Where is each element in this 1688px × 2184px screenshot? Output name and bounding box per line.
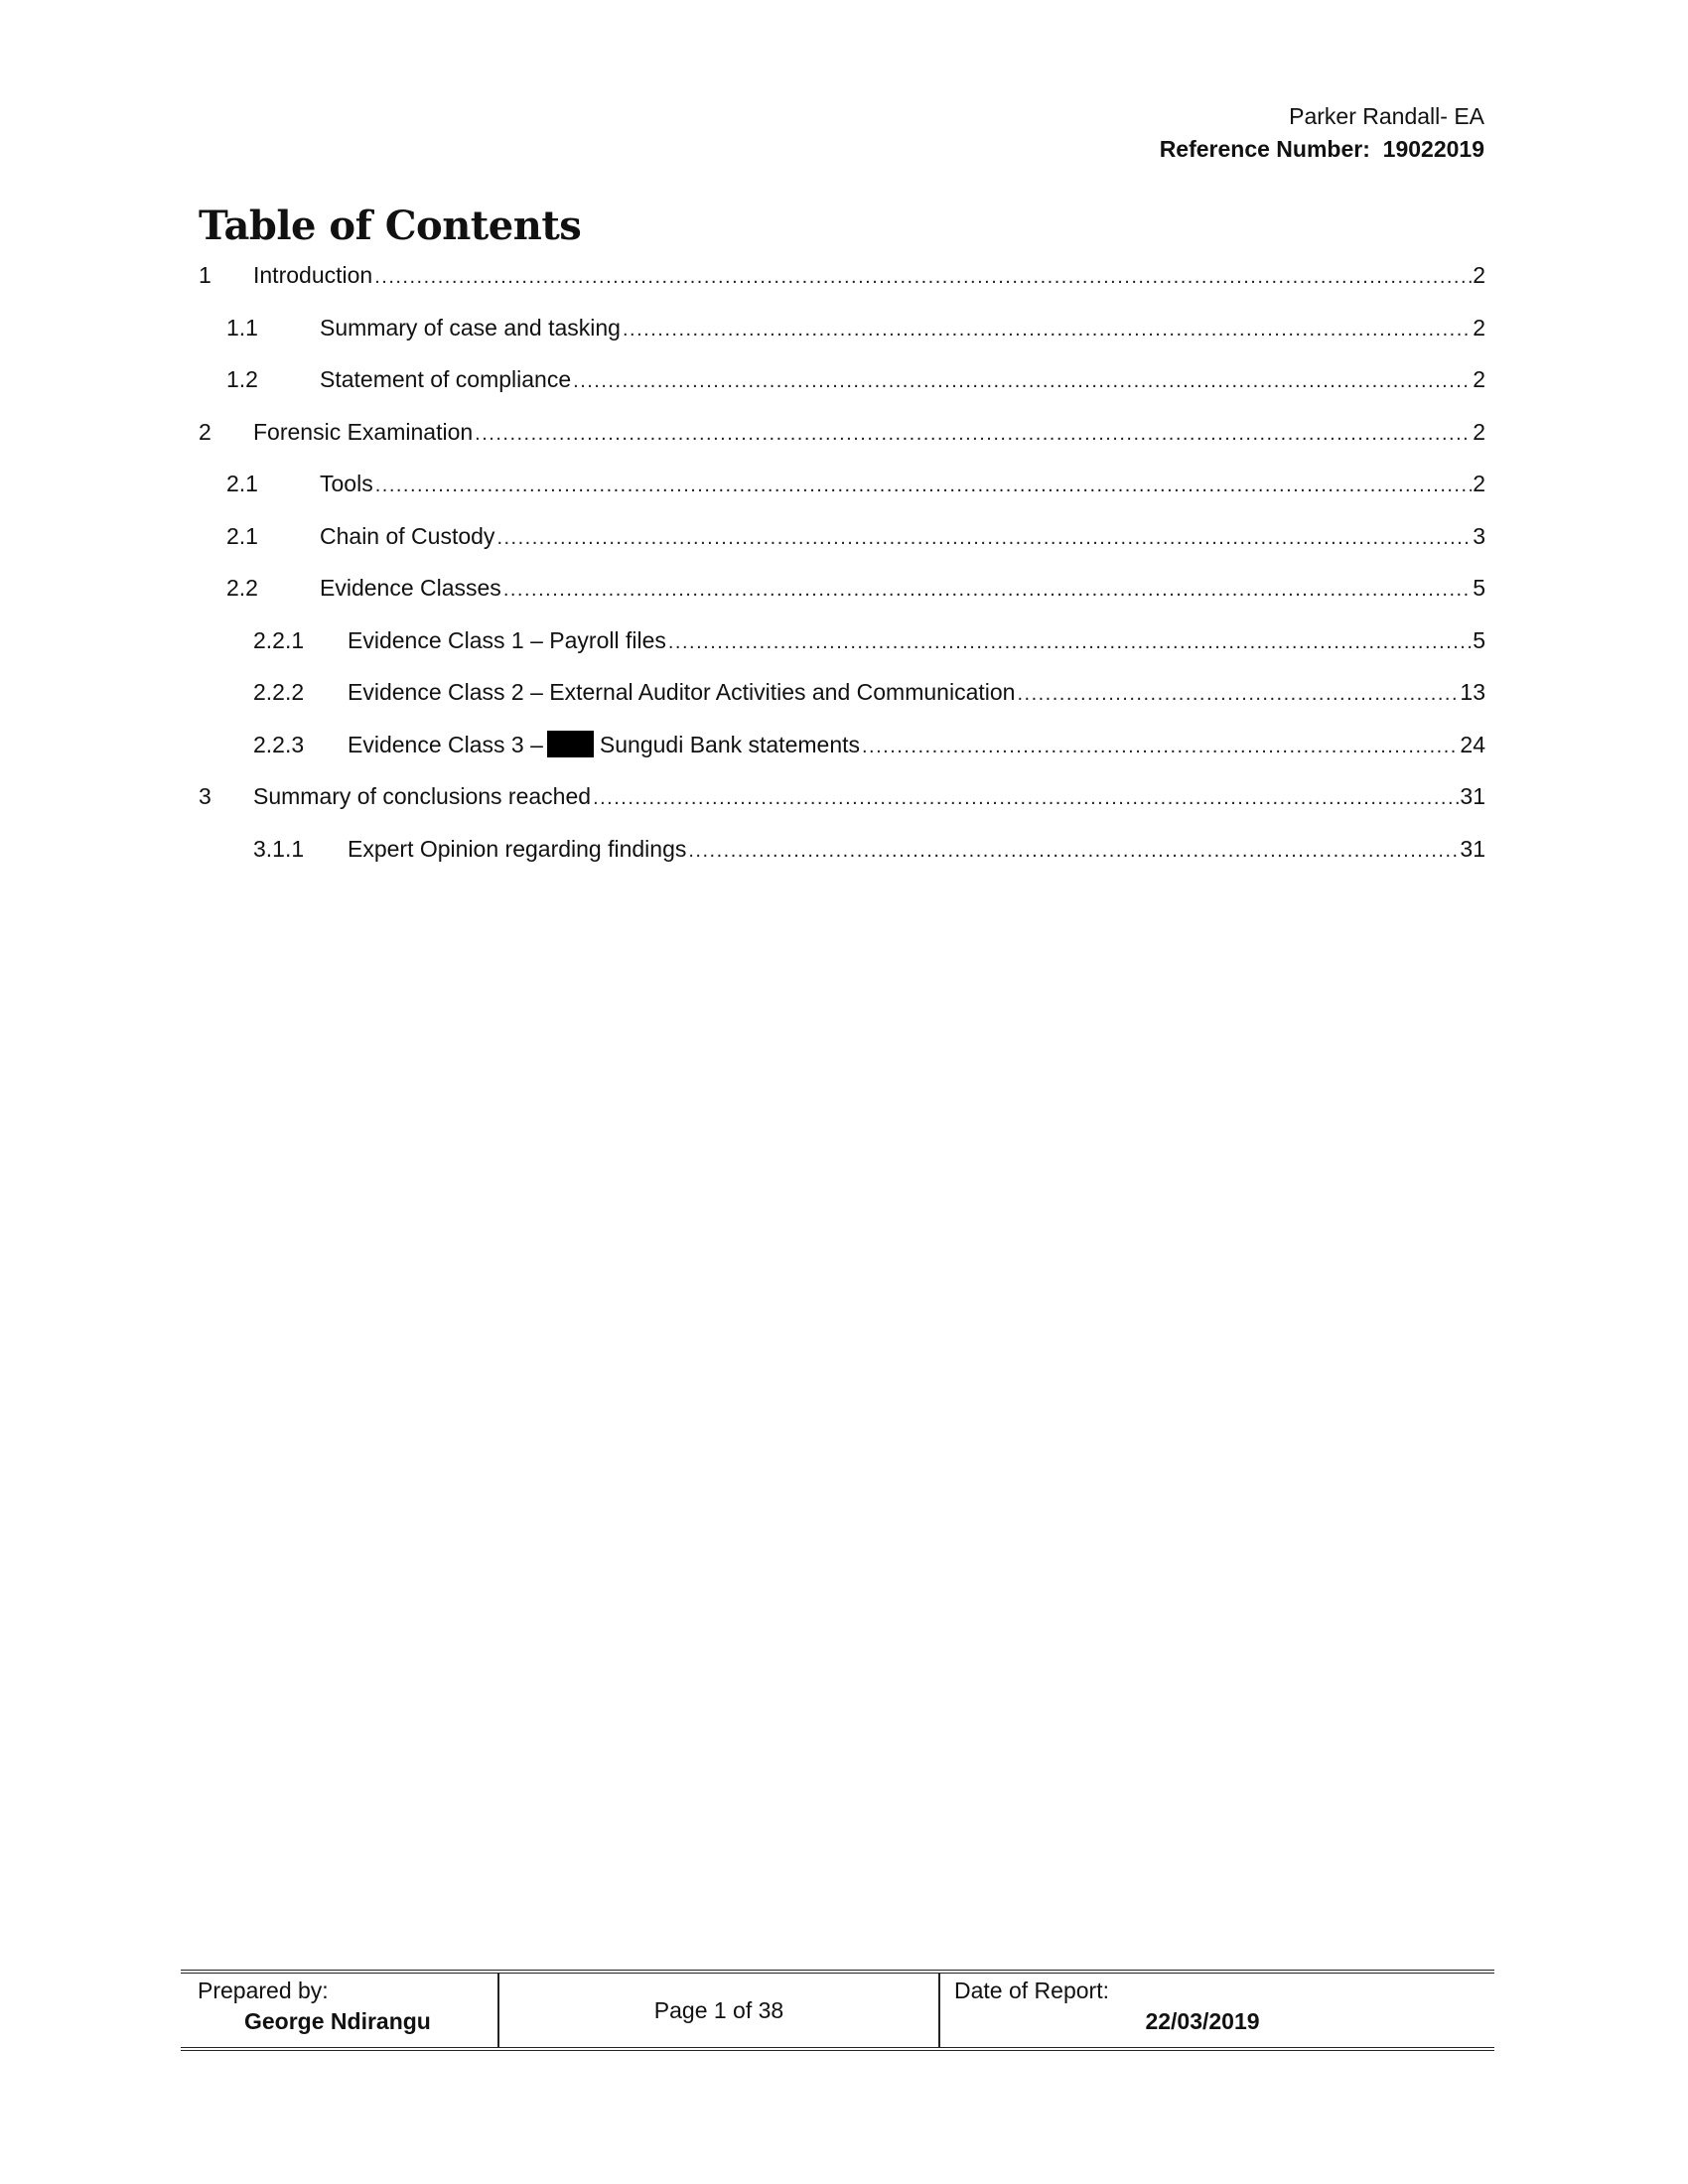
date-of-report-label: Date of Report: bbox=[954, 1978, 1109, 2003]
toc-entry-number: 3 bbox=[199, 783, 211, 809]
toc-entry[interactable]: 2.2.1 Evidence Class 1 – Payroll files 5 bbox=[199, 624, 1485, 678]
document-page: Parker Randall- EA Reference Number: 190… bbox=[0, 0, 1688, 2184]
toc-entry-page[interactable]: 3 bbox=[1472, 521, 1485, 551]
toc-entry-number: 2.2.1 bbox=[253, 626, 305, 653]
footer-date-cell: Date of Report: 22/03/2019 bbox=[940, 1974, 1494, 2047]
toc-dot-leader bbox=[688, 836, 1459, 866]
prepared-by-label: Prepared by: bbox=[198, 1978, 329, 2003]
toc-entry-number: 1.2 bbox=[226, 366, 258, 392]
toc-dot-leader bbox=[623, 315, 1472, 344]
toc-entry-label-after: Sungudi Bank statements bbox=[599, 731, 860, 757]
toc-entry[interactable]: 2.2.2 Evidence Class 2 – External Audito… bbox=[199, 677, 1485, 730]
toc-entry[interactable]: 2 Forensic Examination 2 bbox=[199, 416, 1485, 470]
toc-dot-leader bbox=[374, 262, 1472, 292]
toc-entry-label[interactable]: Tools bbox=[320, 469, 375, 498]
toc-entry[interactable]: 3.1.1 Expert Opinion regarding findings 3… bbox=[199, 833, 1485, 887]
toc-entry-label[interactable]: Evidence Class 3 – Sungudi Bank statement… bbox=[348, 729, 862, 759]
toc-entry[interactable]: 2.1 Tools 2 bbox=[199, 469, 1485, 521]
toc-entry-page[interactable]: 13 bbox=[1459, 677, 1485, 707]
toc-dot-leader bbox=[1017, 679, 1459, 709]
toc-entry-page[interactable]: 5 bbox=[1472, 625, 1485, 655]
toc-entry-page[interactable]: 2 bbox=[1472, 364, 1485, 394]
reference-number: 19022019 bbox=[1382, 136, 1484, 162]
toc-entry-page[interactable]: 2 bbox=[1472, 313, 1485, 342]
page-footer: Prepared by: George Ndirangu Page 1 of 3… bbox=[181, 1970, 1494, 2051]
toc-entry-number: 2.2.3 bbox=[253, 731, 305, 757]
date-of-report-value: 22/03/2019 bbox=[1145, 2008, 1260, 2034]
toc-entry[interactable]: 3 Summary of conclusions reached 31 bbox=[199, 781, 1485, 834]
toc-entry-label[interactable]: Chain of Custody bbox=[320, 520, 497, 551]
toc-entry-page[interactable]: 24 bbox=[1459, 730, 1485, 759]
toc-entry[interactable]: 1 Introduction 2 bbox=[199, 260, 1485, 313]
toc-dot-leader bbox=[862, 732, 1459, 761]
toc-entry-page[interactable]: 31 bbox=[1459, 781, 1485, 811]
toc-title: Table of Contents bbox=[199, 203, 582, 249]
toc-entry-number: 1.1 bbox=[226, 314, 258, 341]
toc-entry-page[interactable]: 2 bbox=[1472, 260, 1485, 290]
toc-entry[interactable]: 2.2 Evidence Classes 5 bbox=[199, 573, 1485, 625]
toc-entry-number: 2.1 bbox=[226, 522, 258, 549]
redaction-block bbox=[546, 730, 594, 757]
toc-entry-number: 1 bbox=[199, 262, 211, 288]
toc-entry-label[interactable]: Statement of compliance bbox=[320, 364, 574, 394]
toc-dot-leader bbox=[593, 783, 1459, 813]
toc-entry-label[interactable]: Summary of case and tasking bbox=[320, 312, 623, 342]
toc-entry-label[interactable]: Evidence Class 1 – Payroll files bbox=[348, 624, 668, 655]
toc-dot-leader bbox=[475, 419, 1472, 449]
toc-entry-label[interactable]: Evidence Classes bbox=[320, 573, 503, 603]
toc-entry-label[interactable]: Forensic Examination bbox=[253, 416, 476, 447]
toc-entry[interactable]: 2.1 Chain of Custody 3 bbox=[199, 520, 1485, 574]
toc-dot-leader bbox=[573, 366, 1472, 396]
toc-entry-number: 2 bbox=[199, 418, 211, 445]
toc-entry[interactable]: 1.1 Summary of case and tasking 2 bbox=[199, 312, 1485, 365]
footer-page-cell: Page 1 of 38 bbox=[499, 1974, 940, 2047]
toc-entry-page[interactable]: 31 bbox=[1459, 834, 1485, 864]
footer-prepared-by-cell: Prepared by: George Ndirangu bbox=[181, 1974, 499, 2047]
toc-dot-leader bbox=[503, 575, 1472, 605]
prepared-by-name: George Ndirangu bbox=[244, 2008, 431, 2034]
toc-dot-leader bbox=[375, 471, 1473, 500]
toc-entry-page[interactable]: 2 bbox=[1472, 469, 1485, 498]
reference-label: Reference Number: bbox=[1159, 136, 1370, 162]
toc-entry-page[interactable]: 5 bbox=[1472, 573, 1485, 603]
toc-entry[interactable]: 2.2.3 Evidence Class 3 – Sungudi Bank sta… bbox=[199, 729, 1485, 782]
toc-entry-label[interactable]: Summary of conclusions reached bbox=[253, 781, 594, 811]
toc-entry[interactable]: 1.2 Statement of compliance 2 bbox=[199, 364, 1485, 417]
toc-entry-page[interactable]: 2 bbox=[1472, 417, 1485, 447]
page-indicator: Page 1 of 38 bbox=[653, 1997, 784, 2023]
toc-entry-label[interactable]: Introduction bbox=[253, 260, 375, 290]
header-organization: Parker Randall- EA bbox=[1289, 103, 1484, 129]
toc-entry-number: 2.2.2 bbox=[253, 679, 305, 705]
toc-entry-number: 2.1 bbox=[226, 471, 258, 496]
toc-entry-label[interactable]: Expert Opinion regarding findings bbox=[348, 833, 689, 864]
toc-entry-label[interactable]: Evidence Class 2 – External Auditor Acti… bbox=[348, 677, 1018, 707]
header-reference: Reference Number: 19022019 bbox=[1160, 134, 1484, 164]
toc-dot-leader bbox=[668, 627, 1472, 657]
table-of-contents: 1 Introduction 2 1.1 Summary of case and … bbox=[199, 260, 1485, 886]
toc-entry-number: 3.1.1 bbox=[253, 835, 305, 862]
toc-entry-label-before: Evidence Class 3 – bbox=[348, 731, 543, 757]
toc-dot-leader bbox=[496, 523, 1472, 553]
toc-entry-number: 2.2 bbox=[226, 575, 258, 601]
